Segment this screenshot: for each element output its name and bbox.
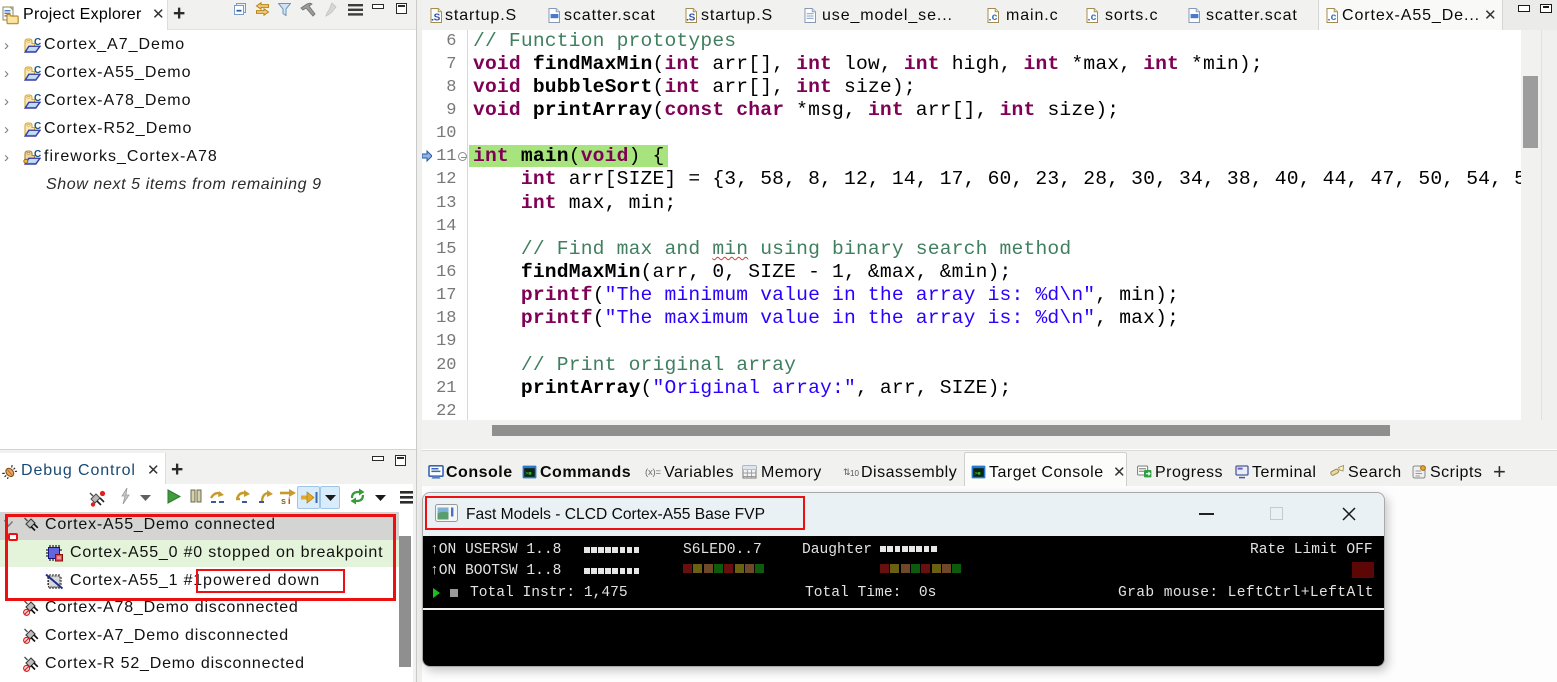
svg-text:C: C: [34, 121, 41, 132]
svg-text:S: S: [689, 12, 696, 23]
svg-text:C: C: [34, 65, 41, 76]
svg-text:c: c: [1091, 11, 1097, 23]
svg-text:c: c: [1331, 11, 1337, 23]
svg-text:S: S: [434, 12, 441, 23]
svg-text:i: i: [288, 496, 291, 505]
svg-text:c: c: [992, 11, 998, 23]
svg-text:C: C: [34, 93, 41, 104]
svg-text:C: C: [34, 149, 41, 160]
svg-text:C: C: [34, 37, 41, 48]
svg-text:s: s: [281, 496, 286, 505]
